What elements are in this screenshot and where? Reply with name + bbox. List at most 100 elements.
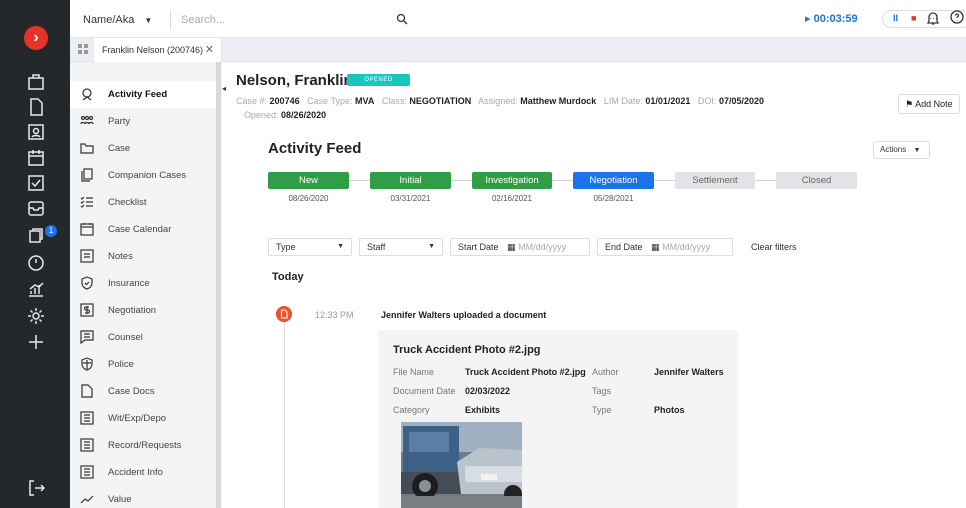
case-class: NEGOTIATION: [409, 96, 472, 106]
case-title: Nelson, Franklin: [236, 72, 353, 89]
trend-icon: [80, 495, 94, 504]
assigned-user: Matthew Murdock: [520, 96, 597, 106]
sidebar-item-case-docs[interactable]: Case Docs: [70, 378, 216, 405]
stage-initial[interactable]: Initial: [370, 172, 451, 189]
start-date-placeholder: MM/dd/yyyy: [518, 242, 567, 252]
collapse-sidebar-icon[interactable]: ◂: [222, 84, 230, 93]
sidebar-item-checklist[interactable]: Checklist: [70, 189, 216, 216]
case-tab[interactable]: Franklin Nelson (200746) ✕: [94, 38, 222, 62]
sidebar-item-police[interactable]: Police: [70, 351, 216, 378]
calendar-icon[interactable]: ▦: [651, 242, 660, 252]
pause-button[interactable]: II: [893, 13, 898, 23]
shield-icon: [81, 276, 93, 290]
document-icon[interactable]: [26, 97, 46, 117]
search-input[interactable]: Search...: [170, 10, 420, 30]
sidebar-item-label: Insurance: [108, 278, 150, 289]
sidebar-item-label: Case: [108, 143, 131, 154]
search-icon[interactable]: [396, 13, 408, 25]
document-title[interactable]: Truck Accident Photo #2.jpg: [393, 344, 541, 356]
clear-filters-link[interactable]: Clear filters: [751, 242, 797, 252]
doi-label: DOI:: [697, 96, 717, 106]
sidebar-item-case[interactable]: Case: [70, 135, 216, 162]
stage-connector: [654, 180, 675, 181]
briefcase-icon[interactable]: [26, 72, 46, 92]
icon-rail: › 1: [0, 0, 70, 508]
close-icon[interactable]: ✕: [205, 38, 214, 62]
sidebar-item-label: Notes: [108, 251, 133, 262]
analytics-icon[interactable]: [26, 279, 46, 299]
sidebar-item-value[interactable]: Value: [70, 486, 216, 508]
staff-filter[interactable]: Staff ▼: [359, 238, 443, 256]
start-date-field[interactable]: Start Date ▦ MM/dd/yyyy: [450, 238, 590, 256]
sidebar-item-party[interactable]: Party: [70, 108, 216, 135]
sidebar-item-wit-exp-depo[interactable]: Wit/Exp/Depo: [70, 405, 216, 432]
stage-investigation[interactable]: Investigation: [472, 172, 552, 189]
sidebar-item-counsel[interactable]: Counsel: [70, 324, 216, 351]
case-opened: Opened: 08/26/2020: [244, 110, 326, 120]
timeline-line: [284, 320, 285, 508]
folder-icon: [80, 143, 94, 154]
contact-card-icon[interactable]: [26, 122, 46, 142]
add-note-button[interactable]: ⚑ Add Note: [898, 94, 960, 114]
sidebar-item-label: Case Calendar: [108, 224, 172, 235]
stage-settlement[interactable]: Settlement: [675, 172, 755, 189]
page-title: Activity Feed: [268, 140, 362, 157]
opened-date: 08/26/2020: [281, 110, 327, 120]
bell-icon[interactable]: [926, 10, 940, 26]
actions-dropdown[interactable]: Actions ▼: [873, 141, 930, 159]
search-type-select[interactable]: Name/Aka ▼: [83, 10, 152, 30]
sidebar-item-case-calendar[interactable]: Case Calendar: [70, 216, 216, 243]
grid-icon[interactable]: [78, 44, 88, 54]
notes-icon: [80, 249, 94, 263]
stage-closed[interactable]: Closed: [776, 172, 857, 189]
sidebar-item-notes[interactable]: Notes: [70, 243, 216, 270]
event-time: 12:33 PM: [315, 310, 354, 320]
inbox-icon[interactable]: [26, 198, 46, 218]
stage-new[interactable]: New: [268, 172, 349, 189]
sidebar-item-label: Record/Requests: [108, 440, 182, 451]
tasks-icon[interactable]: [26, 225, 46, 245]
sidebar-item-record-requests[interactable]: Record/Requests: [70, 432, 216, 459]
sidebar-item-activity-feed[interactable]: Activity Feed: [70, 81, 216, 108]
stage-connector: [349, 180, 370, 181]
sidebar-item-insurance[interactable]: Insurance: [70, 270, 216, 297]
stop-button[interactable]: ■: [911, 13, 916, 23]
type-value: Photos: [654, 405, 685, 415]
stage-date: 03/31/2021: [390, 194, 431, 203]
doi-date: 07/05/2020: [718, 96, 764, 106]
logout-icon[interactable]: [26, 478, 46, 498]
stage-negotiation[interactable]: Negotiation: [573, 172, 654, 189]
end-date-field[interactable]: End Date ▦ MM/dd/yyyy: [597, 238, 733, 256]
class-label: Class:: [381, 96, 407, 106]
app-logo[interactable]: ›: [24, 26, 48, 50]
tags-label: Tags: [592, 386, 612, 396]
type-filter-label: Type: [276, 242, 296, 252]
help-icon[interactable]: [950, 10, 964, 24]
list-icon: [80, 465, 94, 479]
sidebar-item-negotiation[interactable]: Negotiation: [70, 297, 216, 324]
calendar-icon[interactable]: [26, 148, 46, 168]
doc-date-value: 02/03/2022: [465, 386, 511, 396]
settings-icon[interactable]: [26, 306, 46, 326]
top-bar: Name/Aka ▼ Search... ▸ 00:03:59 II ■ ···: [70, 0, 966, 38]
opened-label: Opened:: [244, 110, 279, 120]
doc-date-label: Document Date: [393, 386, 456, 396]
start-date-label: Start Date: [458, 242, 499, 252]
timer-icon[interactable]: [26, 252, 46, 272]
sidebar-item-accident-info[interactable]: Accident Info: [70, 459, 216, 486]
badge-icon: [81, 357, 93, 371]
file-name-value: Truck Accident Photo #2.jpg: [465, 367, 586, 377]
checkbox-icon[interactable]: [26, 173, 46, 193]
flag-icon: ⚑: [905, 99, 914, 109]
document-thumbnail[interactable]: [401, 422, 522, 508]
sidebar-item-companion-cases[interactable]: Companion Cases: [70, 162, 216, 189]
plus-icon[interactable]: [26, 332, 46, 352]
calendar-icon[interactable]: ▦: [507, 242, 516, 252]
file-icon: [81, 384, 93, 398]
type-filter[interactable]: Type ▼: [268, 238, 352, 256]
sidebar-scrollbar[interactable]: [216, 62, 221, 508]
sidebar-item-label: Case Docs: [108, 386, 155, 397]
list-icon: [80, 438, 94, 452]
category-value: Exhibits: [465, 405, 501, 415]
add-note-label: Add Note: [915, 99, 953, 109]
